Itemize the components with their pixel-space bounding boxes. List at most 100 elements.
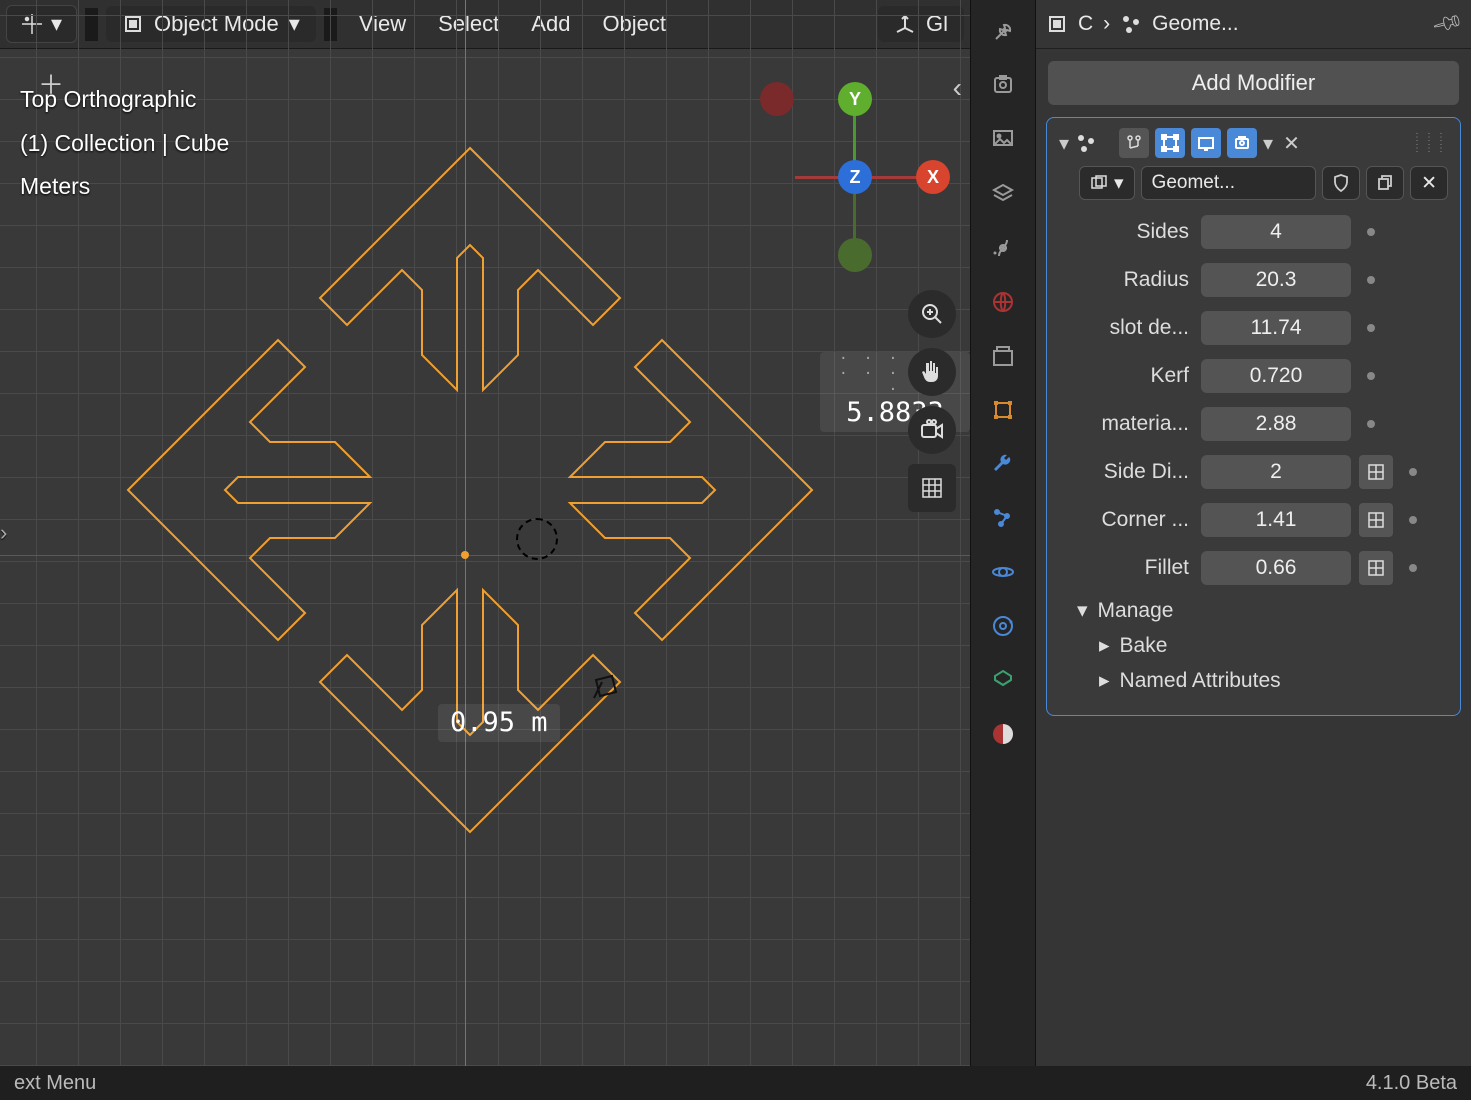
shield-icon[interactable]: [1322, 166, 1360, 200]
modifier-panel: ▾ ▾ ✕ ⋮⋮⋮⋮⋮⋮ ▾: [1046, 117, 1461, 716]
animate-dot[interactable]: [1367, 228, 1375, 236]
prop-value-slider[interactable]: 0.66: [1201, 551, 1351, 585]
properties-panel: C › Geome... 📌︎ ＋ Add Modifier ▾: [970, 0, 1471, 1066]
prop-row-6: Corner ... 1.41: [1059, 500, 1448, 540]
version-label: 4.1.0 Beta: [1366, 1072, 1457, 1095]
tab-object[interactable]: [985, 392, 1021, 428]
tab-material[interactable]: [985, 716, 1021, 752]
tab-physics[interactable]: [985, 554, 1021, 590]
animate-dot[interactable]: [1367, 324, 1375, 332]
tab-viewlayer[interactable]: [985, 176, 1021, 212]
nav-gizmo[interactable]: Y Z X: [760, 82, 950, 272]
gizmo-z[interactable]: Z: [838, 160, 872, 194]
modifier-name-field[interactable]: Geomet...: [1141, 166, 1317, 200]
toggle-render[interactable]: [1227, 128, 1257, 158]
gizmo-neg-x[interactable]: [760, 82, 794, 116]
nodes-icon: [1075, 132, 1097, 154]
tab-constraints[interactable]: [985, 608, 1021, 644]
camera-view-button[interactable]: [908, 406, 956, 454]
prop-row-4: materia...2.88: [1059, 404, 1448, 444]
gizmo-x[interactable]: X: [916, 160, 950, 194]
tab-scene[interactable]: [985, 230, 1021, 266]
animate-dot[interactable]: [1409, 468, 1417, 476]
prop-label: Radius: [1059, 268, 1193, 292]
n-panel-handle[interactable]: ‹: [953, 72, 962, 104]
gizmo-neg-y[interactable]: [838, 238, 872, 272]
attribute-toggle[interactable]: [1359, 503, 1393, 537]
prop-value-slider[interactable]: 1.41: [1201, 503, 1351, 537]
close-icon[interactable]: ✕: [1283, 131, 1300, 156]
nodes-icon: [1120, 13, 1142, 35]
3d-viewport[interactable]: ▾ Object Mode ▾ View Select Add Object: [0, 0, 970, 1066]
chevron-down-icon: ▾: [1077, 598, 1088, 623]
3d-cursor: [516, 518, 558, 560]
edge-measurement: 0.95 m: [438, 704, 560, 742]
tab-collection[interactable]: [985, 338, 1021, 374]
tab-world[interactable]: [985, 284, 1021, 320]
prop-label: Corner ...: [1059, 508, 1193, 532]
chevron-right-icon: ▸: [1099, 633, 1110, 658]
prop-row-5: Side Di... 2: [1059, 452, 1448, 492]
prop-value-slider[interactable]: 2: [1201, 455, 1351, 489]
subpanel-bake[interactable]: ▸Bake: [1099, 633, 1448, 658]
prop-value-slider[interactable]: 4: [1201, 215, 1351, 249]
subpanel-manage[interactable]: ▾Manage: [1077, 598, 1448, 623]
prop-value-slider[interactable]: 20.3: [1201, 263, 1351, 297]
drag-handle-icon[interactable]: ⋮⋮⋮⋮⋮⋮: [1412, 132, 1448, 154]
status-left: ext Menu: [14, 1072, 96, 1095]
tab-particles[interactable]: [985, 500, 1021, 536]
animate-dot[interactable]: [1409, 516, 1417, 524]
add-modifier-label: Add Modifier: [1192, 70, 1316, 96]
animate-dot[interactable]: [1367, 276, 1375, 284]
tab-render[interactable]: [985, 68, 1021, 104]
toggle-realtime[interactable]: [1191, 128, 1221, 158]
pan-button[interactable]: [908, 348, 956, 396]
status-bar: ext Menu 4.1.0 Beta: [0, 1066, 1471, 1100]
object-origin: [461, 551, 469, 559]
cube-icon: [1046, 13, 1068, 35]
breadcrumb-object[interactable]: C: [1078, 12, 1093, 36]
animate-dot[interactable]: [1409, 564, 1417, 572]
add-modifier-button[interactable]: ＋ Add Modifier: [1048, 61, 1459, 105]
toggle-editmode[interactable]: [1155, 128, 1185, 158]
gizmo-y[interactable]: Y: [838, 82, 872, 116]
properties-tabs: [971, 0, 1036, 1066]
prop-value-slider[interactable]: 2.88: [1201, 407, 1351, 441]
copy-icon[interactable]: [1366, 166, 1404, 200]
attribute-toggle[interactable]: [1359, 551, 1393, 585]
tab-tool[interactable]: [985, 14, 1021, 50]
prop-value-slider[interactable]: 0.720: [1201, 359, 1351, 393]
camera-icon: [592, 674, 618, 700]
tab-modifiers[interactable]: [985, 446, 1021, 482]
pin-icon[interactable]: 📌︎: [1430, 7, 1465, 41]
prop-row-1: Radius 20.3: [1059, 260, 1448, 300]
perspective-toggle[interactable]: [908, 464, 956, 512]
zoom-button[interactable]: [908, 290, 956, 338]
extras-dropdown[interactable]: ▾: [1263, 131, 1273, 156]
toolbar-collapse-handle[interactable]: ›: [0, 520, 7, 546]
breadcrumb-sep: ›: [1103, 12, 1110, 36]
animate-dot[interactable]: [1367, 420, 1375, 428]
chevron-right-icon: ▸: [1099, 668, 1110, 693]
tab-data[interactable]: [985, 662, 1021, 698]
plus-icon: ＋: [38, 65, 64, 102]
breadcrumb-modifier[interactable]: Geome...: [1152, 12, 1238, 36]
node-group-link[interactable]: ▾: [1079, 166, 1135, 200]
prop-row-7: Fillet 0.66: [1059, 548, 1448, 588]
prop-value-slider[interactable]: 11.74: [1201, 311, 1351, 345]
attribute-toggle[interactable]: [1359, 455, 1393, 489]
properties-breadcrumb: C › Geome... 📌︎: [1036, 0, 1471, 49]
prop-row-3: Kerf 0.720: [1059, 356, 1448, 396]
prop-label: Side Di...: [1059, 460, 1193, 484]
toggle-edit-node[interactable]: [1119, 128, 1149, 158]
prop-label: Kerf: [1059, 364, 1193, 388]
prop-label: Fillet: [1059, 556, 1193, 580]
prop-label: slot de...: [1059, 316, 1193, 340]
viewport-nav-tools: [908, 290, 956, 512]
unlink-icon[interactable]: ✕: [1410, 166, 1448, 200]
prop-row-2: slot de... 11.74: [1059, 308, 1448, 348]
tab-output[interactable]: [985, 122, 1021, 158]
collapse-icon[interactable]: ▾: [1059, 131, 1069, 156]
subpanel-named-attrs[interactable]: ▸Named Attributes: [1099, 668, 1448, 693]
animate-dot[interactable]: [1367, 372, 1375, 380]
